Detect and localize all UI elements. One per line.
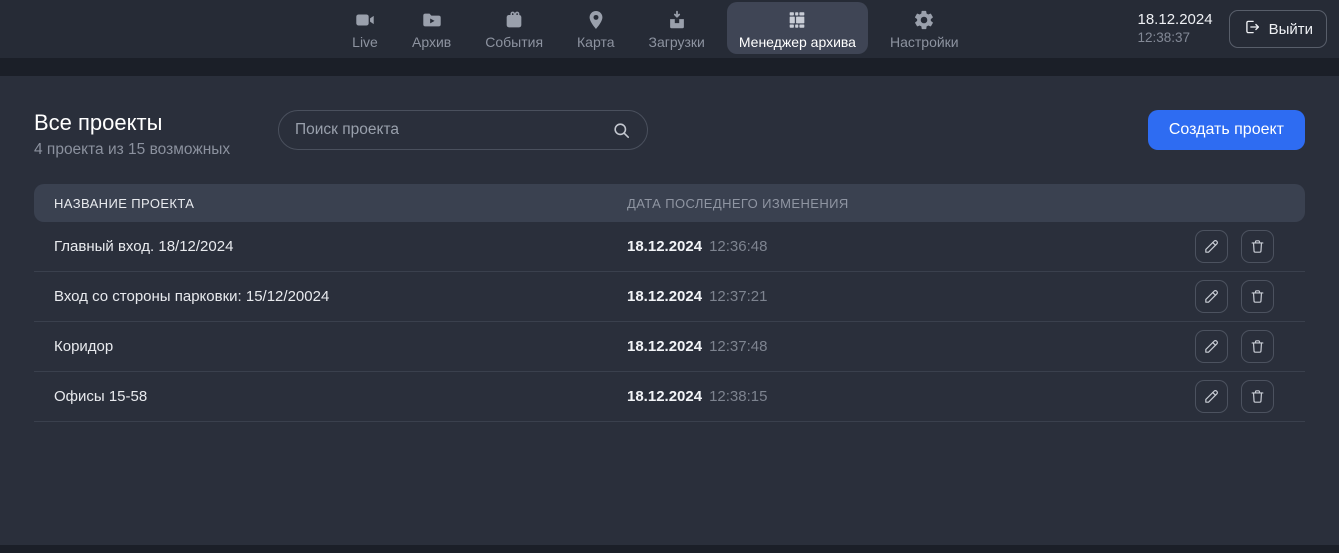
nav-tab-события[interactable]: События	[473, 2, 555, 54]
nav-tab-label: Карта	[577, 34, 614, 50]
table-header: НАЗВАНИЕ ПРОЕКТА ДАТА ПОСЛЕДНЕГО ИЗМЕНЕН…	[34, 184, 1305, 222]
edit-project-button[interactable]	[1195, 230, 1228, 263]
video-camera-icon	[352, 8, 378, 32]
modified-date: 18.12.2024	[627, 238, 702, 255]
edit-project-button[interactable]	[1195, 280, 1228, 313]
nav-tab-архив[interactable]: Архив	[400, 2, 463, 54]
search-icon[interactable]	[612, 121, 631, 140]
bottom-band	[0, 545, 1339, 553]
downloads-icon	[664, 8, 690, 32]
delete-project-button[interactable]	[1241, 330, 1274, 363]
edit-pencil-icon	[1203, 338, 1220, 355]
page-title: Все проекты	[34, 110, 278, 136]
row-actions	[1167, 230, 1305, 263]
project-search[interactable]	[278, 110, 648, 150]
delete-trash-icon	[1249, 288, 1266, 305]
projects-table: НАЗВАНИЕ ПРОЕКТА ДАТА ПОСЛЕДНЕГО ИЗМЕНЕН…	[34, 184, 1305, 422]
delete-project-button[interactable]	[1241, 280, 1274, 313]
last-modified: 18.12.2024 12:36:48	[627, 238, 1167, 255]
header-last-modified: ДАТА ПОСЛЕДНЕГО ИЗМЕНЕНИЯ	[627, 196, 1167, 211]
nav-tabs: Live Архив События Карта Загрузки Менеджер ар…	[340, 0, 971, 58]
top-navbar: Live Архив События Карта Загрузки Менеджер ар…	[0, 0, 1339, 58]
table-row: Офисы 15-5818.12.2024 12:38:15	[34, 372, 1305, 422]
app-window: Live Архив События Карта Загрузки Менеджер ар…	[0, 0, 1339, 553]
nav-tab-label: Настройки	[890, 34, 959, 50]
settings-gear-icon	[911, 8, 937, 32]
divider-band	[0, 58, 1339, 76]
current-time: 12:38:37	[1138, 30, 1213, 47]
nav-tab-настройки[interactable]: Настройки	[878, 2, 971, 54]
project-name: Офисы 15-58	[34, 388, 627, 405]
row-actions	[1167, 280, 1305, 313]
delete-trash-icon	[1249, 238, 1266, 255]
search-input[interactable]	[295, 121, 602, 139]
navbar-right: 18.12.2024 12:38:37 Выйти	[1138, 0, 1328, 58]
modified-time: 12:36:48	[709, 238, 767, 255]
logout-button[interactable]: Выйти	[1229, 10, 1327, 48]
logout-icon	[1243, 18, 1261, 40]
edit-pencil-icon	[1203, 388, 1220, 405]
archive-manager-icon	[784, 8, 810, 32]
main-content: Все проекты 4 проекта из 15 возможных Со…	[0, 76, 1339, 545]
nav-tab-label: События	[485, 34, 543, 50]
projects-count-subtitle: 4 проекта из 15 возможных	[34, 141, 278, 159]
modified-date: 18.12.2024	[627, 388, 702, 405]
edit-project-button[interactable]	[1195, 330, 1228, 363]
project-name: Вход со стороны парковки: 15/12/20024	[34, 288, 627, 305]
projects-toolbar: Все проекты 4 проекта из 15 возможных Со…	[34, 110, 1305, 159]
nav-tab-менеджер-архива[interactable]: Менеджер архива	[727, 2, 868, 54]
nav-tab-live[interactable]: Live	[340, 2, 390, 54]
events-calendar-icon	[501, 8, 527, 32]
nav-tab-label: Загрузки	[649, 34, 705, 50]
nav-tab-label: Менеджер архива	[739, 34, 856, 50]
table-body: Главный вход. 18/12/202418.12.202412:36:…	[34, 222, 1305, 422]
modified-time: 12:38:15	[709, 388, 767, 405]
edit-pencil-icon	[1203, 288, 1220, 305]
last-modified: 18.12.2024 12:37:21	[627, 288, 1167, 305]
nav-tab-label: Архив	[412, 34, 451, 50]
current-date: 18.12.2024	[1138, 11, 1213, 30]
row-actions	[1167, 380, 1305, 413]
edit-project-button[interactable]	[1195, 380, 1228, 413]
table-row: Коридор18.12.2024 12:37:48	[34, 322, 1305, 372]
last-modified: 18.12.2024 12:38:15	[627, 388, 1167, 405]
table-row: Вход со стороны парковки: 15/12/2002418.…	[34, 272, 1305, 322]
create-project-button[interactable]: Создать проект	[1148, 110, 1305, 150]
logout-label: Выйти	[1269, 21, 1313, 38]
title-block: Все проекты 4 проекта из 15 возможных	[34, 110, 278, 159]
last-modified: 18.12.2024 12:37:48	[627, 338, 1167, 355]
delete-project-button[interactable]	[1241, 380, 1274, 413]
project-name: Главный вход. 18/12/2024	[34, 238, 627, 255]
map-pin-icon	[583, 8, 609, 32]
edit-pencil-icon	[1203, 238, 1220, 255]
header-project-name: НАЗВАНИЕ ПРОЕКТА	[34, 196, 627, 211]
modified-time: 12:37:48	[709, 338, 767, 355]
delete-trash-icon	[1249, 338, 1266, 355]
nav-tab-загрузки[interactable]: Загрузки	[637, 2, 717, 54]
archive-folder-icon	[419, 8, 445, 32]
nav-tab-label: Live	[352, 34, 378, 50]
nav-tab-карта[interactable]: Карта	[565, 2, 626, 54]
clock: 18.12.2024 12:38:37	[1138, 11, 1213, 47]
delete-trash-icon	[1249, 388, 1266, 405]
modified-date: 18.12.2024	[627, 338, 702, 355]
project-name: Коридор	[34, 338, 627, 355]
row-actions	[1167, 330, 1305, 363]
modified-time: 12:37:21	[709, 288, 767, 305]
delete-project-button[interactable]	[1241, 230, 1274, 263]
table-row: Главный вход. 18/12/202418.12.2024 12:36:…	[34, 222, 1305, 272]
modified-date: 18.12.2024	[627, 288, 702, 305]
